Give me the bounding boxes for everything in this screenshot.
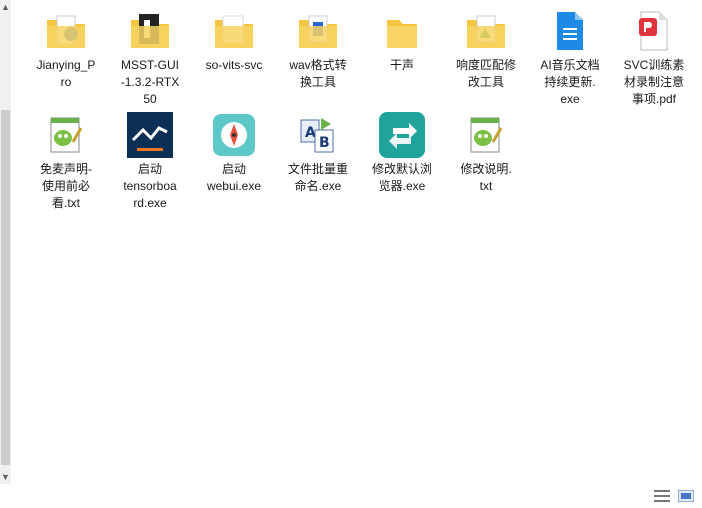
svg-text:A: A bbox=[305, 125, 316, 141]
status-bar bbox=[0, 484, 702, 508]
file-item[interactable]: AI音乐文档 持续更新. exe bbox=[528, 8, 612, 108]
folder-photo-icon bbox=[43, 8, 89, 54]
folder-blue-doc-icon bbox=[295, 8, 341, 54]
folder-icon bbox=[211, 8, 257, 54]
file-item[interactable]: 修改说明. txt bbox=[444, 112, 528, 195]
file-item[interactable]: 启动 tensorboa rd.exe bbox=[108, 112, 192, 212]
file-label: 免麦声明- 使用前必 看.txt bbox=[40, 162, 92, 210]
file-item[interactable]: AB 文件批量重 命名.exe bbox=[276, 112, 360, 195]
file-label: Jianying_P ro bbox=[36, 58, 96, 89]
file-item[interactable]: 修改默认浏 览器.exe bbox=[360, 112, 444, 195]
file-label: 修改说明. txt bbox=[460, 162, 512, 193]
notepad-icon bbox=[43, 112, 89, 158]
file-item[interactable]: Jianying_P ro bbox=[24, 8, 108, 91]
file-label: so-vits-svc bbox=[205, 58, 263, 72]
compass-icon bbox=[211, 112, 257, 158]
vertical-scrollbar[interactable]: ▲ ▼ bbox=[0, 0, 11, 484]
file-label: MSST-GUI -1.3.2-RTX 50 bbox=[120, 58, 180, 106]
large-icons-view-icon[interactable] bbox=[677, 489, 695, 503]
tensorboard-icon bbox=[127, 112, 173, 158]
folder-dark-icon bbox=[127, 8, 173, 54]
file-item[interactable]: 免麦声明- 使用前必 看.txt bbox=[24, 112, 108, 212]
file-label: wav格式转 换工具 bbox=[289, 58, 347, 89]
file-label: SVC训练素 材录制注意 事项.pdf bbox=[623, 58, 685, 106]
file-item[interactable]: 响度匹配修 改工具 bbox=[444, 8, 528, 91]
file-label: AI音乐文档 持续更新. exe bbox=[540, 58, 600, 106]
file-label: 干声 bbox=[389, 58, 414, 72]
file-item[interactable]: 启动 webui.exe bbox=[192, 112, 276, 195]
scroll-down-arrow-icon[interactable]: ▼ bbox=[0, 470, 11, 484]
folder-icon bbox=[379, 8, 425, 54]
blue-document-icon bbox=[547, 8, 593, 54]
file-label: 修改默认浏 览器.exe bbox=[371, 162, 432, 193]
details-view-icon[interactable] bbox=[654, 490, 670, 502]
file-item[interactable]: 干声 bbox=[360, 8, 444, 74]
notepad-icon bbox=[463, 112, 509, 158]
pdf-icon bbox=[631, 8, 677, 54]
view-toggle bbox=[654, 489, 695, 503]
file-label: 启动 webui.exe bbox=[206, 162, 262, 193]
file-item[interactable]: MSST-GUI -1.3.2-RTX 50 bbox=[108, 8, 192, 108]
rename-ab-icon: AB bbox=[295, 112, 341, 158]
folder-green-icon bbox=[463, 8, 509, 54]
browser-switch-icon bbox=[379, 112, 425, 158]
file-item[interactable]: wav格式转 换工具 bbox=[276, 8, 360, 91]
file-label: 启动 tensorboa rd.exe bbox=[123, 162, 177, 210]
file-label: 文件批量重 命名.exe bbox=[287, 162, 348, 193]
file-label: 响度匹配修 改工具 bbox=[455, 58, 516, 89]
svg-text:B: B bbox=[319, 135, 330, 151]
scroll-thumb[interactable] bbox=[1, 110, 10, 465]
scroll-up-arrow-icon[interactable]: ▲ bbox=[0, 0, 11, 14]
file-item[interactable]: SVC训练素 材录制注意 事项.pdf bbox=[612, 8, 696, 108]
file-item[interactable]: so-vits-svc bbox=[192, 8, 276, 74]
